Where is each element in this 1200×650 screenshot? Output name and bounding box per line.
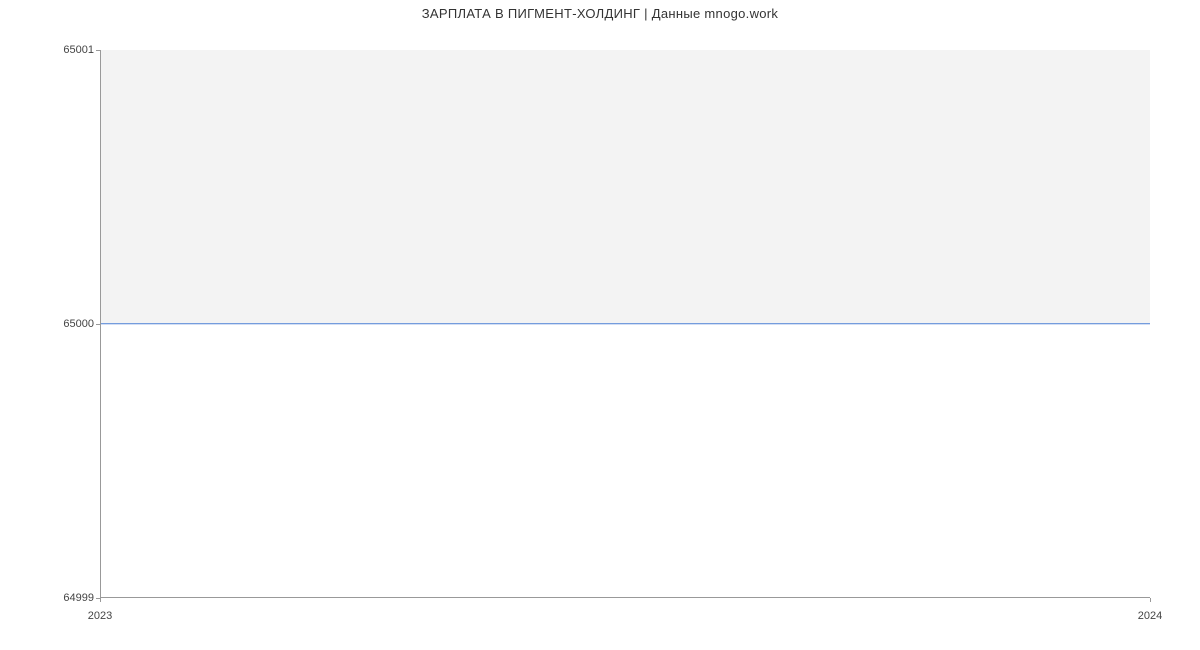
plot-upper-bg — [101, 50, 1150, 324]
plot-area — [100, 50, 1150, 598]
y-tick-label: 64999 — [34, 592, 94, 604]
data-line — [101, 323, 1150, 324]
y-tick-label: 65000 — [34, 318, 94, 330]
plot-lower-bg — [101, 324, 1150, 598]
y-tick-mark — [96, 50, 100, 51]
y-tick-mark — [96, 324, 100, 325]
chart-title: ЗАРПЛАТА В ПИГМЕНТ-ХОЛДИНГ | Данные mnog… — [0, 6, 1200, 21]
x-tick-mark — [100, 598, 101, 602]
x-tick-label: 2023 — [88, 610, 112, 622]
y-tick-label: 65001 — [34, 44, 94, 56]
x-tick-label: 2024 — [1138, 610, 1162, 622]
x-tick-mark — [1150, 598, 1151, 602]
